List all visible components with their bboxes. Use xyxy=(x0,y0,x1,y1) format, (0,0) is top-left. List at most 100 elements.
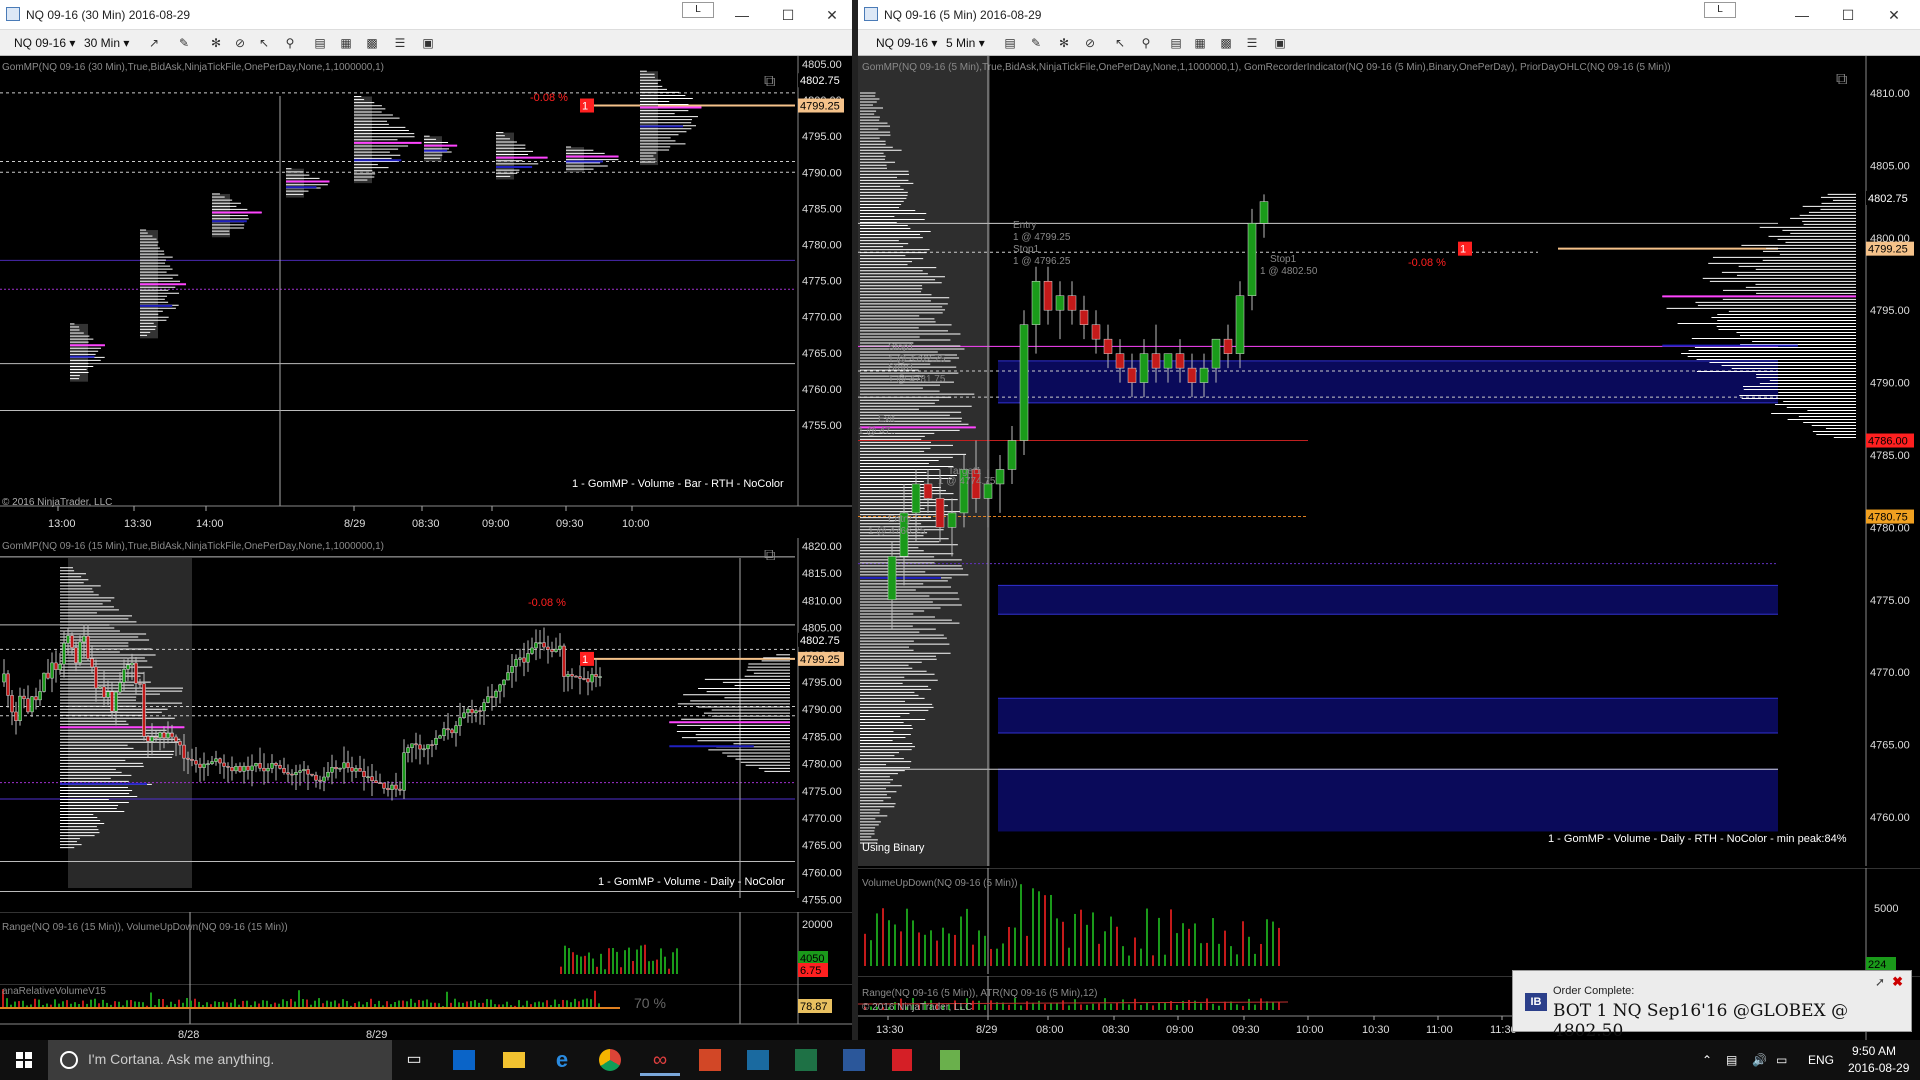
mini-candle-body xyxy=(330,767,334,773)
draw-tools-icon[interactable]: ✻ xyxy=(1056,35,1072,51)
left-titlebar[interactable]: NQ 09-16 (30 Min) 2016-08-29 L — ☐ ✕ xyxy=(0,0,852,30)
relvol-bar xyxy=(562,999,564,1008)
range-bar xyxy=(1176,1004,1178,1010)
link-button[interactable]: L xyxy=(682,2,714,18)
link-button[interactable]: L xyxy=(1704,2,1736,18)
powerpoint-icon[interactable] xyxy=(690,1044,730,1076)
close-icon[interactable]: ✖ xyxy=(1892,974,1903,990)
word-icon[interactable] xyxy=(834,1044,874,1076)
left-mid-chart[interactable]: -0.08 %14820.004815.004810.004805.004800… xyxy=(0,538,852,910)
price-label: 4785.00 xyxy=(802,731,842,743)
edge-icon[interactable]: e xyxy=(542,1044,582,1076)
zoom-icon[interactable]: ⚲ xyxy=(282,35,298,51)
indicators-icon[interactable]: ▦ xyxy=(1192,35,1208,51)
interval-select[interactable]: 5 Min ▾ xyxy=(942,34,989,52)
interval-select[interactable]: 30 Min ▾ xyxy=(80,34,133,52)
relvol-bar xyxy=(346,1000,348,1008)
volume-bar xyxy=(1056,918,1058,966)
eraser-icon[interactable]: ⊘ xyxy=(232,35,248,51)
mini-candle-body xyxy=(418,744,422,750)
close-icon[interactable]: ✕ xyxy=(1874,0,1914,30)
range-bar xyxy=(1272,1002,1274,1010)
candle-body xyxy=(1055,295,1065,311)
clock-date[interactable]: 2016-08-29 xyxy=(1848,1061,1909,1075)
green-app-icon[interactable] xyxy=(930,1044,970,1076)
right-titlebar[interactable]: NQ 09-16 (5 Min) 2016-08-29 L — ☐ ✕ xyxy=(858,0,1920,30)
outlook-icon[interactable] xyxy=(444,1044,484,1076)
tray-chevron-icon[interactable]: ⌃ xyxy=(1702,1040,1712,1080)
volume-bar xyxy=(1026,935,1028,966)
file-explorer-icon[interactable] xyxy=(494,1044,534,1076)
using-binary-label: Using Binary xyxy=(862,842,925,854)
instrument-select[interactable]: NQ 09-16 ▾ xyxy=(10,34,79,52)
relvol-bar xyxy=(178,999,180,1008)
volume-bar xyxy=(888,920,890,966)
left-top-chart-panel[interactable]: -0.08 %14805.004800.004795.004790.004785… xyxy=(0,56,852,536)
bars-icon[interactable]: ▤ xyxy=(312,35,328,51)
left-mid-chart-panel[interactable]: -0.08 %14820.004815.004810.004805.004800… xyxy=(0,538,852,910)
camera-icon[interactable]: ▣ xyxy=(1272,35,1288,51)
mini-candle-body xyxy=(34,696,38,701)
relvol-bar xyxy=(302,999,304,1008)
draw-pencil-icon[interactable]: ✎ xyxy=(1028,35,1044,51)
start-button[interactable] xyxy=(0,1040,48,1080)
volume-bar xyxy=(996,948,998,966)
maximize-icon[interactable]: ☐ xyxy=(768,0,808,30)
minimize-icon[interactable]: — xyxy=(722,0,762,30)
network-icon[interactable]: ▤ xyxy=(1726,1040,1737,1080)
language-indicator[interactable]: ENG xyxy=(1808,1040,1834,1080)
right-main-chart[interactable]: Entry1 @ 4799.25Stop11 @ 4796.25Stop11 @… xyxy=(858,56,1920,866)
left-relvol-panel[interactable]: 70 % 78.87 8/28 8/29 xyxy=(0,984,852,1040)
properties-icon[interactable]: ☰ xyxy=(1244,35,1260,51)
right-gommp-label: 1 - GomMP - Volume - Daily - RTH - NoCol… xyxy=(1548,833,1847,845)
mini-candle-body xyxy=(490,696,494,698)
battery-icon[interactable]: ▭ xyxy=(1776,1040,1787,1080)
volume-bar xyxy=(930,930,932,966)
chrome-icon[interactable] xyxy=(590,1044,630,1076)
maximize-icon[interactable]: ☐ xyxy=(1828,0,1868,30)
eraser-icon[interactable]: ⊘ xyxy=(1082,35,1098,51)
volume-bar xyxy=(1050,894,1052,966)
windows-icon xyxy=(16,1052,32,1068)
volume-bar xyxy=(1164,954,1166,966)
mini-candle-body xyxy=(138,683,142,685)
close-icon[interactable]: ✕ xyxy=(812,0,852,30)
cursor-icon[interactable]: ↖ xyxy=(1112,35,1128,51)
zoom-icon[interactable]: ⚲ xyxy=(1138,35,1154,51)
time-label: 09:00 xyxy=(1166,1024,1194,1036)
right-main-chart-panel[interactable]: Entry 1 @ 4799.25 Stop1 1 @ 4796.25 Stop1 1 @… xyxy=(858,56,1920,866)
ninjatrader-icon[interactable]: ∞ xyxy=(640,1044,680,1076)
left-relvol-chart[interactable]: 70 % 78.87 8/28 8/29 xyxy=(0,984,852,1040)
pin-icon[interactable]: ➚ xyxy=(1875,975,1885,989)
excel-icon[interactable] xyxy=(786,1044,826,1076)
chart-style-icon[interactable]: ▤ xyxy=(1002,35,1018,51)
strategies-icon[interactable]: ▩ xyxy=(364,35,380,51)
scale-label: 5000 xyxy=(1874,903,1898,915)
clock-time[interactable]: 9:50 AM xyxy=(1852,1044,1896,1058)
mini-candle-body xyxy=(574,675,578,678)
draw-pencil-icon[interactable]: ✎ xyxy=(176,35,192,51)
exit-annotation: Exit xyxy=(878,414,895,425)
strategies-icon[interactable]: ▩ xyxy=(1218,35,1234,51)
camera-icon[interactable]: ▣ xyxy=(420,35,436,51)
properties-icon[interactable]: ☰ xyxy=(392,35,408,51)
left-top-chart[interactable]: -0.08 %14805.004800.004795.004790.004785… xyxy=(0,56,852,536)
instrument-select[interactable]: NQ 09-16 ▾ xyxy=(872,34,941,52)
draw-tools-icon[interactable]: ✻ xyxy=(208,35,224,51)
cortana-search[interactable]: I'm Cortana. Ask me anything. xyxy=(48,1040,392,1080)
volume-bar xyxy=(1116,926,1118,966)
task-view-icon[interactable]: ▭ xyxy=(394,1044,434,1076)
left-mid-indicator-text: GomMP(NQ 09-16 (15 Min),True,BidAsk,Ninj… xyxy=(2,541,385,552)
minimize-icon[interactable]: — xyxy=(1782,0,1822,30)
indicators-icon[interactable]: ▦ xyxy=(338,35,354,51)
cursor-icon[interactable]: ↖ xyxy=(256,35,272,51)
volume-bar xyxy=(948,933,950,966)
mini-candle-body xyxy=(154,736,158,739)
bars-icon[interactable]: ▤ xyxy=(1168,35,1184,51)
range-bar xyxy=(1014,998,1016,1010)
order-complete-toast[interactable]: IB Order Complete: BOT 1 NQ Sep16'16 @GL… xyxy=(1512,970,1912,1041)
tws-icon[interactable] xyxy=(738,1044,778,1076)
chart-style-icon[interactable]: ↗ xyxy=(146,35,162,51)
volume-icon[interactable]: 🔊 xyxy=(1752,1040,1767,1080)
acrobat-icon[interactable] xyxy=(882,1044,922,1076)
